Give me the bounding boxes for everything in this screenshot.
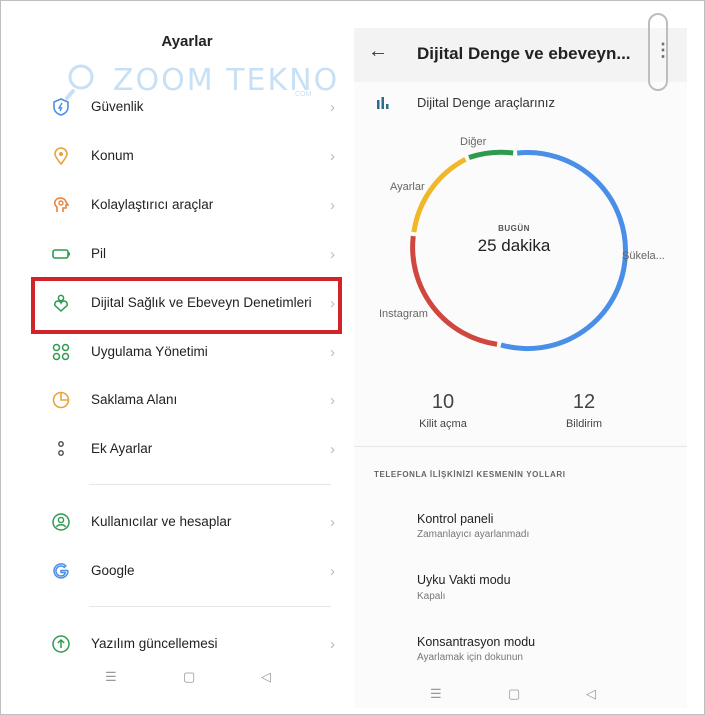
chevron-right-icon: › [330, 514, 335, 531]
settings-item-location[interactable]: Konum › [21, 134, 353, 178]
users-icon [52, 513, 70, 531]
settings-item-security[interactable]: Güvenlik › [21, 85, 353, 129]
item-subtitle: Kapalı [417, 591, 446, 602]
chevron-right-icon: › [330, 441, 335, 458]
chart-label-settings: Ayarlar [390, 181, 425, 193]
chevron-right-icon: › [330, 148, 335, 165]
settings-item-battery[interactable]: Pil › [21, 232, 353, 276]
home-nav-icon[interactable]: ▢ [508, 686, 520, 702]
settings-item-accessibility[interactable]: Kolaylaştırıcı araçlar › [21, 183, 353, 227]
battery-icon [52, 249, 70, 259]
settings-item-label: Uygulama Yönetimi [91, 344, 208, 359]
settings-title: Ayarlar [161, 33, 213, 50]
shield-icon [53, 98, 69, 116]
settings-item-label: Dijital Sağlık ve Ebeveyn Denetimleri [91, 295, 312, 310]
settings-item-users[interactable]: Kullanıcılar ve hesaplar › [21, 500, 353, 544]
chart-center-caption: BUGÜN [498, 224, 530, 233]
settings-item-apps[interactable]: Uygulama Yönetimi › [21, 330, 353, 374]
settings-item-more[interactable]: Ek Ayarlar › [21, 427, 353, 471]
item-title: Konsantrasyon modu [417, 635, 536, 649]
settings-item-label: Güvenlik [91, 99, 144, 114]
chevron-right-icon: › [330, 295, 335, 312]
location-icon [54, 147, 68, 166]
back-nav-icon[interactable]: ◁ [586, 686, 596, 702]
item-subtitle: Zamanlayıcı ayarlanmadı [417, 529, 530, 540]
home-nav-icon[interactable]: ▢ [183, 669, 195, 685]
digital-wellbeing-panel: ← Dijital Denge ve ebeveyn... ⋮ Dijital … [354, 13, 687, 708]
back-arrow-icon[interactable]: ← [368, 40, 388, 63]
tools-label: Dijital Denge araçlarınız [417, 95, 556, 110]
chevron-right-icon: › [330, 197, 335, 214]
chevron-right-icon: › [330, 99, 335, 116]
unlocks-label: Kilit açma [419, 418, 467, 430]
google-icon [53, 563, 69, 579]
recents-nav-icon[interactable]: ☰ [430, 686, 442, 702]
chevron-right-icon: › [330, 636, 335, 653]
settings-item-storage[interactable]: Saklama Alanı › [21, 378, 353, 422]
chevron-right-icon: › [330, 392, 335, 409]
scroll-handle[interactable] [648, 13, 668, 91]
item-title: Uyku Vakti modu [417, 573, 511, 587]
settings-item-label: Konum [91, 148, 134, 163]
chevron-right-icon: › [330, 563, 335, 580]
bar-chart-icon [377, 97, 389, 109]
item-title: Kontrol paneli [417, 512, 494, 526]
unlocks-value: 10 [431, 391, 455, 413]
section-divider [89, 606, 331, 607]
apps-icon [52, 343, 70, 361]
more-settings-icon [58, 441, 64, 456]
section-divider [354, 446, 687, 447]
screenshot-frame: Ayarlar ZOOM TEKNO .COM Güvenlik › Konum… [0, 0, 705, 715]
settings-panel: Ayarlar ZOOM TEKNO .COM Güvenlik › Konum… [21, 3, 353, 691]
settings-item-label: Saklama Alanı [91, 392, 178, 407]
nav-bar: ☰ ▢ ◁ [354, 684, 687, 708]
settings-item-software-update[interactable]: Yazılım güncellemesi › [21, 622, 353, 666]
chart-center-value: 25 dakika [477, 236, 551, 255]
settings-item-label: Pil [91, 246, 107, 261]
donut-segment-settings [411, 157, 467, 233]
update-icon [52, 635, 70, 653]
chevron-right-icon: › [330, 246, 335, 263]
section-header: TELEFONLA İLİŞKİNİZİ KESMENİN YOLLARI [374, 470, 566, 479]
notifications-value: 12 [572, 391, 596, 413]
settings-item-label: Ek Ayarlar [91, 441, 153, 456]
accessibility-icon [53, 197, 70, 212]
storage-icon [52, 391, 70, 409]
settings-item-label: Kolaylaştırıcı araçlar [91, 197, 214, 212]
chart-label-other: Diğer [460, 136, 487, 148]
back-nav-icon[interactable]: ◁ [261, 669, 271, 685]
recents-nav-icon[interactable]: ☰ [105, 669, 117, 685]
donut-segment-other [468, 149, 514, 160]
nav-bar: ☰ ▢ ◁ [21, 667, 353, 691]
item-subtitle: Ayarlamak için dokunun [417, 652, 523, 663]
settings-item-label: Yazılım güncellemesi [91, 636, 218, 651]
settings-item-digital-wellbeing[interactable]: Dijital Sağlık ve Ebeveyn Denetimleri › [21, 281, 353, 325]
digital-wellbeing-icon [54, 294, 68, 313]
notifications-label: Bildirim [565, 418, 603, 430]
settings-item-google[interactable]: Google › [21, 549, 353, 593]
settings-item-label: Google [91, 563, 135, 578]
section-divider [89, 484, 331, 485]
settings-item-label: Kullanıcılar ve hesaplar [91, 514, 232, 529]
page-title: Dijital Denge ve ebeveyn... [417, 44, 631, 63]
chart-label-instagram: Instagram [379, 308, 428, 320]
app-bar: ← Dijital Denge ve ebeveyn... ⋮ [354, 28, 687, 82]
chevron-right-icon: › [330, 344, 335, 361]
